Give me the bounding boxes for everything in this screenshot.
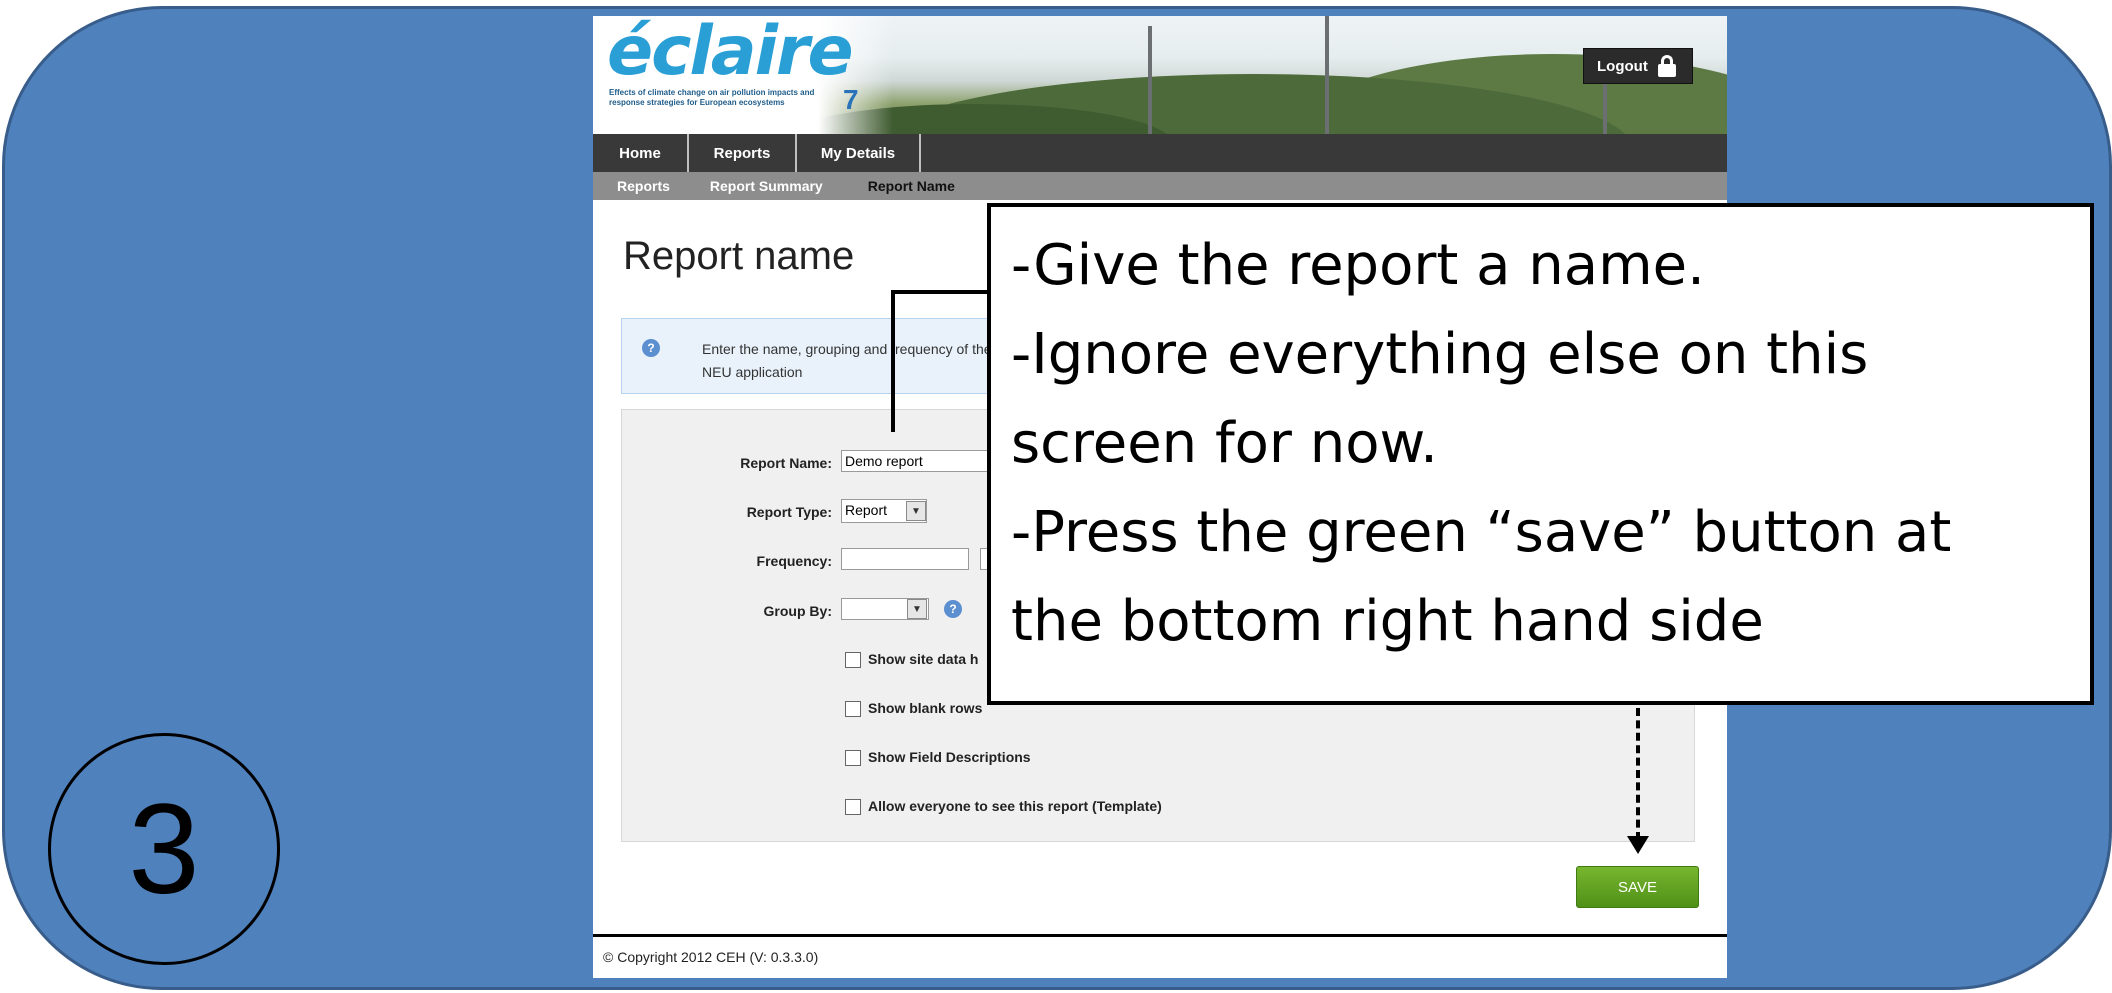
logo-tagline: Effects of climate change on air polluti…: [609, 88, 815, 107]
info-text-line: NEU application: [702, 364, 803, 380]
breadcrumb-report-name: Report Name: [867, 178, 955, 194]
group-by-label: Group By:: [763, 603, 832, 619]
report-name-label: Report Name:: [740, 455, 832, 471]
logout-button[interactable]: Logout: [1583, 48, 1693, 84]
tab-reports[interactable]: Reports: [689, 134, 797, 172]
template-visibility-label: Allow everyone to see this report (Templ…: [868, 798, 1162, 814]
arrow-down-icon: [1627, 836, 1649, 854]
header-banner: éclaire Effects of climate change on air…: [593, 16, 1727, 134]
report-type-label: Report Type:: [746, 504, 832, 520]
page-title: Report name: [623, 234, 855, 278]
frequency-input[interactable]: [841, 548, 969, 570]
callout-connector: [891, 290, 895, 432]
info-text: Enter the name, grouping and frequency o…: [702, 338, 1022, 384]
show-field-descriptions-checkbox[interactable]: [845, 750, 861, 766]
weather-mast: [1325, 16, 1329, 134]
frequency-label: Frequency:: [756, 553, 832, 569]
info-text-line: Enter the name, grouping and frequency o…: [702, 341, 992, 357]
save-button[interactable]: SAVE: [1576, 866, 1699, 908]
tab-my-details[interactable]: My Details: [797, 134, 921, 172]
logout-label: Logout: [1597, 57, 1648, 75]
lock-icon: [1657, 55, 1676, 77]
report-name-input[interactable]: Demo report: [841, 450, 1001, 472]
report-type-value: Report: [845, 502, 888, 518]
callout-connector: [895, 290, 990, 294]
help-icon[interactable]: ?: [944, 600, 962, 618]
chevron-down-icon[interactable]: ▼: [906, 501, 926, 521]
copyright-footer: © Copyright 2012 CEH (V: 0.3.3.0): [603, 949, 819, 965]
logo: éclaire Effects of climate change on air…: [593, 16, 893, 134]
instruction-callout: -Give the report a name. -Ignore everyth…: [987, 203, 2094, 705]
show-site-data-label: Show site data h: [868, 651, 979, 667]
breadcrumb: Reports Report Summary Report Name: [593, 172, 1727, 200]
footer-divider: [593, 934, 1727, 937]
weather-mast: [1148, 26, 1152, 134]
show-blank-rows-checkbox[interactable]: [845, 701, 861, 717]
dashed-arrow: [1636, 708, 1640, 840]
callout-line: -Press the green “save” button at: [1011, 500, 1952, 565]
template-visibility-checkbox[interactable]: [845, 799, 861, 815]
breadcrumb-report-summary[interactable]: Report Summary: [710, 178, 823, 194]
callout-line: -Ignore everything else on this: [1011, 322, 1869, 387]
callout-line: screen for now.: [1011, 411, 1438, 476]
logo-text: éclaire: [607, 16, 854, 91]
show-site-data-checkbox[interactable]: [845, 652, 861, 668]
logo-mark: 7: [843, 84, 859, 115]
chevron-down-icon[interactable]: ▼: [907, 599, 927, 619]
info-icon: ?: [642, 339, 660, 357]
tab-home[interactable]: Home: [593, 134, 689, 172]
show-field-descriptions-label: Show Field Descriptions: [868, 749, 1031, 765]
step-number-badge: 3: [48, 733, 280, 965]
main-nav: Home Reports My Details: [593, 134, 1727, 172]
callout-line: the bottom right hand side: [1011, 589, 1764, 654]
show-blank-rows-label: Show blank rows: [868, 700, 983, 716]
callout-line: -Give the report a name.: [1011, 233, 1705, 298]
breadcrumb-reports[interactable]: Reports: [617, 178, 670, 194]
